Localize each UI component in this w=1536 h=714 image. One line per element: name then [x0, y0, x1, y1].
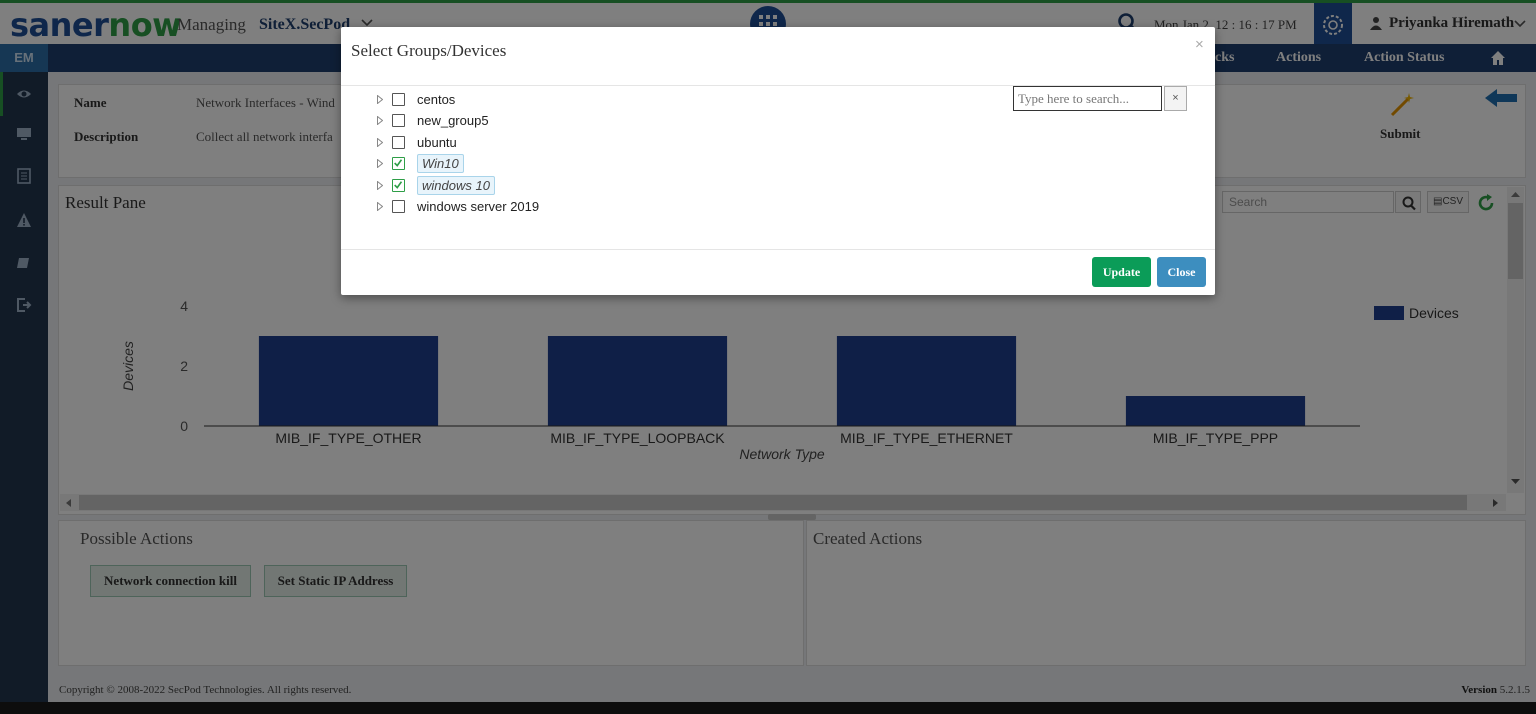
group-label[interactable]: ubuntu — [417, 135, 457, 150]
group-checkbox[interactable] — [392, 93, 405, 106]
group-checkbox[interactable] — [392, 200, 405, 213]
group-checkbox[interactable] — [392, 136, 405, 149]
group-checkbox[interactable] — [392, 179, 405, 192]
expand-arrow-icon[interactable] — [377, 116, 383, 125]
expand-arrow-icon[interactable] — [377, 181, 383, 190]
group-label[interactable]: windows 10 — [417, 176, 495, 195]
expand-arrow-icon[interactable] — [377, 95, 383, 104]
checkmark-icon — [394, 159, 403, 167]
group-checkbox[interactable] — [392, 157, 405, 170]
modal-title: Select Groups/Devices — [351, 41, 507, 60]
expand-arrow-icon[interactable] — [377, 138, 383, 147]
checkmark-icon — [394, 181, 403, 189]
expand-arrow-icon[interactable] — [377, 159, 383, 168]
expand-arrow-icon[interactable] — [377, 202, 383, 211]
group-search-input[interactable]: Type here to search... — [1013, 86, 1162, 111]
group-checkbox[interactable] — [392, 114, 405, 127]
group-label[interactable]: Win10 — [417, 154, 464, 173]
update-button[interactable]: Update — [1092, 257, 1151, 287]
close-icon[interactable]: × — [1195, 36, 1204, 53]
group-label[interactable]: new_group5 — [417, 113, 489, 128]
close-button[interactable]: Close — [1157, 257, 1206, 287]
clear-search-button[interactable]: × — [1164, 86, 1187, 111]
group-label[interactable]: centos — [417, 92, 455, 107]
modal-footer-divider — [341, 249, 1215, 250]
select-groups-modal: Select Groups/Devices × centos new_group5… — [341, 27, 1215, 295]
group-label[interactable]: windows server 2019 — [417, 199, 539, 214]
